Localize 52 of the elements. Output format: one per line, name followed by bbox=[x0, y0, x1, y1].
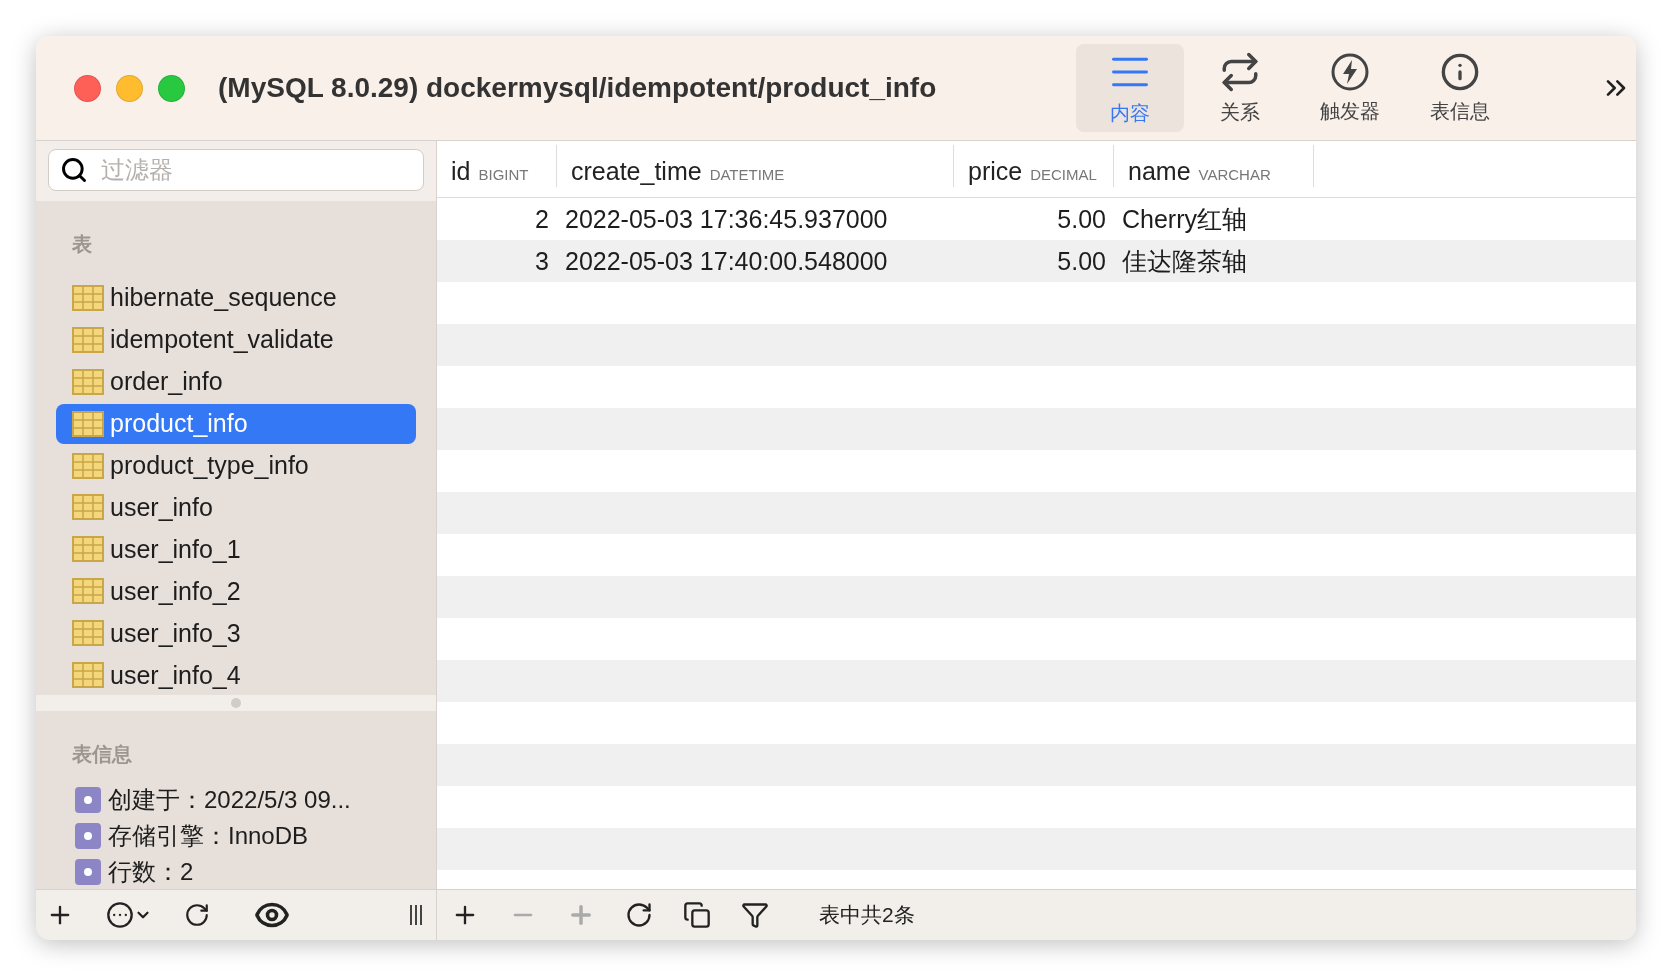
toolbar-tab[interactable]: 表信息 bbox=[1406, 44, 1514, 132]
table-item[interactable]: product_type_info bbox=[56, 445, 416, 486]
toolbar-tab[interactable]: 触发器 bbox=[1296, 44, 1404, 132]
info-item-icon bbox=[74, 858, 102, 886]
column-header[interactable]: create_time DATETIME bbox=[557, 145, 954, 187]
table-cell-text: Cherry红轴 bbox=[1121, 203, 1248, 235]
table-cell-text: 5.00 bbox=[1056, 246, 1107, 276]
table-icon bbox=[72, 662, 104, 689]
table-item[interactable]: idempotent_validate bbox=[56, 319, 416, 360]
search-field[interactable]: 过滤器 bbox=[48, 149, 424, 191]
table-item[interactable]: hibernate_sequence bbox=[56, 278, 416, 318]
column-header[interactable]: name VARCHAR bbox=[1114, 145, 1314, 187]
info-text: 创建于：2022/5/3 09... bbox=[108, 785, 351, 815]
table-item[interactable]: user_info_4 bbox=[56, 655, 416, 695]
toolbar-tab[interactable]: 关系 bbox=[1186, 44, 1294, 132]
table-icon bbox=[72, 410, 104, 437]
table-item[interactable]: order_info bbox=[56, 361, 416, 402]
column-header[interactable]: price DECIMAL bbox=[954, 145, 1114, 187]
table-icon bbox=[72, 368, 104, 395]
table-item[interactable]: user_info_1 bbox=[56, 529, 416, 570]
info-text: 存储引擎：InnoDB bbox=[108, 821, 309, 851]
table-icon bbox=[72, 284, 104, 311]
info-item-icon bbox=[74, 822, 102, 850]
table-icon bbox=[72, 620, 104, 647]
section-heading: 表 bbox=[71, 232, 93, 257]
window-title: (MySQL 8.0.29) dockermysql/idempotent/product_info bbox=[218, 72, 938, 104]
table-icon bbox=[72, 494, 104, 521]
table-cell-text: 3 bbox=[534, 246, 550, 276]
table-icon bbox=[72, 452, 104, 479]
table-cell-text: 佳达隆茶轴 bbox=[1121, 245, 1248, 277]
table-cell-text: 2022-05-03 17:40:00.548000 bbox=[564, 246, 889, 276]
info-text: 行数：2 bbox=[108, 857, 194, 887]
info-icon bbox=[1440, 51, 1480, 92]
repeat-icon bbox=[1219, 50, 1261, 93]
table-item[interactable]: user_info bbox=[56, 487, 416, 528]
info-item-icon bbox=[74, 786, 102, 814]
lightning-icon bbox=[1330, 51, 1370, 92]
table-item[interactable]: product_info bbox=[56, 403, 416, 444]
status-text: 表中共2条 bbox=[819, 902, 915, 928]
table-icon bbox=[72, 578, 104, 605]
close-button[interactable] bbox=[74, 74, 101, 102]
table-icon bbox=[72, 536, 104, 563]
table-cell-text: 2022-05-03 17:36:45.937000 bbox=[564, 204, 889, 234]
column-header[interactable]: id BIGINT bbox=[437, 145, 557, 187]
split-handle[interactable] bbox=[231, 698, 241, 708]
search-icon bbox=[60, 156, 88, 184]
table-cell-text: 2 bbox=[534, 204, 550, 234]
table-icon bbox=[72, 326, 104, 353]
table-item[interactable]: user_info_2 bbox=[56, 571, 416, 612]
table-cell-text: 5.00 bbox=[1056, 204, 1107, 234]
table-item[interactable]: user_info_3 bbox=[56, 613, 416, 654]
section-heading: 表信息 bbox=[71, 742, 133, 767]
